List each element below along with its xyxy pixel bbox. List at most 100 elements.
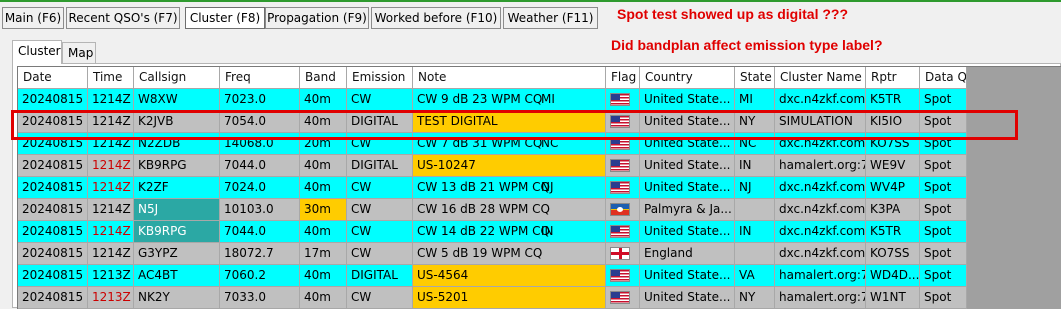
emission-cell: DIGITAL — [347, 155, 413, 177]
table-row[interactable]: 20240815 1214Z K2ZF 7024.0 40m CW CW 13 dB 21 … — [18, 177, 1061, 199]
table-row[interactable]: 20240815 1214Z N5J 10103.0 30m CW CW 16 dB 28 … — [18, 199, 1061, 221]
col-header-time[interactable]: Time — [88, 67, 134, 89]
note-cell: CW 16 dB 28 WPM CQ — [413, 199, 606, 221]
note-cell: US-5201 — [413, 287, 606, 309]
freq-cell: 14068.0 — [220, 133, 300, 155]
subtab-cluster[interactable]: Cluster — [12, 40, 62, 64]
rptr-cell: K5TR — [866, 89, 920, 111]
tab-weather[interactable]: Weather (F11) — [503, 7, 598, 29]
freq-cell: 7044.0 — [220, 221, 300, 243]
note-text: CW 13 dB 21 WPM CQ — [417, 180, 550, 194]
state-cell: MI — [735, 89, 775, 111]
tab-worked-before[interactable]: Worked before (F10) — [371, 7, 501, 29]
emission-cell: DIGITAL — [347, 265, 413, 287]
table-row[interactable]: 20240815 1213Z AC4BT 7060.2 40m DIGITAL US-456… — [18, 265, 1061, 287]
callsign-cell: K2JVB — [134, 111, 220, 133]
table-row[interactable]: 20240815 1214Z G3YPZ 18072.7 17m CW CW 5 dB 19… — [18, 243, 1061, 265]
callsign-cell: KB9RPG — [134, 221, 220, 243]
cluster-name-cell: SIMULATION — [775, 111, 866, 133]
cluster-name-cell: dxc.n4zkf.com:7373 — [775, 177, 866, 199]
state-cell: IN — [735, 221, 775, 243]
emission-cell: CW — [347, 133, 413, 155]
state-cell — [735, 243, 775, 265]
rptr-cell: WE9V — [866, 155, 920, 177]
cluster-spot-grid[interactable]: Date Time Callsign Freq Band Emission Note Flag… — [17, 66, 1061, 309]
col-header-emission[interactable]: Emission — [347, 67, 413, 89]
rptr-cell: K5TR — [866, 221, 920, 243]
table-row[interactable]: 20240815 1214Z KB9RPG 7044.0 40m DIGITAL US-10… — [18, 155, 1061, 177]
emission-cell: CW — [347, 89, 413, 111]
col-header-state[interactable]: State — [735, 67, 775, 89]
palmyra-flag-icon — [610, 203, 630, 216]
col-header-band[interactable]: Band — [300, 67, 347, 89]
country-cell: United State... — [640, 133, 735, 155]
tab-recent-qsos[interactable]: Recent QSO's (F7) — [66, 7, 180, 29]
col-header-country[interactable]: Country — [640, 67, 735, 89]
state-cell: NY — [735, 111, 775, 133]
freq-cell: 18072.7 — [220, 243, 300, 265]
state-cell — [735, 199, 775, 221]
rptr-cell: W1NT — [866, 287, 920, 309]
col-header-data-q[interactable]: Data Q — [920, 67, 967, 89]
rptr-cell: WD4D... — [866, 265, 920, 287]
date-cell: 20240815 — [18, 111, 88, 133]
flag-cell — [606, 133, 640, 155]
table-row[interactable]: 20240815 1214Z KB9RPG 7044.0 40m CW CW 14 dB 2… — [18, 221, 1061, 243]
freq-cell: 7060.2 — [220, 265, 300, 287]
country-cell: United State... — [640, 111, 735, 133]
data-q-cell: Spot — [920, 177, 967, 199]
freq-cell: 7024.0 — [220, 177, 300, 199]
col-header-date[interactable]: Date — [18, 67, 88, 89]
band-cell: 40m — [300, 155, 347, 177]
callsign-cell: W8XW — [134, 89, 220, 111]
callsign-cell: N2ZDB — [134, 133, 220, 155]
note-text: CW 14 dB 22 WPM CQ — [417, 224, 550, 238]
col-header-freq[interactable]: Freq — [220, 67, 300, 89]
us-flag-icon — [610, 115, 630, 128]
cluster-name-cell: hamalert.org:7300 — [775, 155, 866, 177]
us-flag-icon — [610, 159, 630, 172]
tab-main[interactable]: Main (F6) — [2, 7, 64, 29]
col-header-callsign[interactable]: Callsign — [134, 67, 220, 89]
note-cell: CW 7 dB 31 WPM CQ NC — [413, 133, 606, 155]
note-text: TEST DIGITAL — [417, 114, 498, 128]
data-q-cell: Spot — [920, 243, 967, 265]
note-text: US-10247 — [417, 158, 476, 172]
freq-cell: 10103.0 — [220, 199, 300, 221]
col-header-rptr[interactable]: Rptr — [866, 67, 920, 89]
band-cell: 20m — [300, 133, 347, 155]
table-row[interactable]: 20240815 1214Z W8XW 7023.0 40m CW CW 9 dB 23 W… — [18, 89, 1061, 111]
note-cell: CW 5 dB 19 WPM CQ — [413, 243, 606, 265]
callsign-cell: N5J — [134, 199, 220, 221]
freq-cell: 7023.0 — [220, 89, 300, 111]
subtab-map[interactable]: Map — [62, 42, 96, 63]
time-cell: 1214Z — [88, 133, 134, 155]
flag-cell — [606, 89, 640, 111]
tab-cluster[interactable]: Cluster (F8) — [185, 7, 265, 29]
country-cell: United State... — [640, 287, 735, 309]
country-cell: United State... — [640, 221, 735, 243]
callsign-cell: K2ZF — [134, 177, 220, 199]
time-cell: 1214Z — [88, 243, 134, 265]
callsign-cell: NK2Y — [134, 287, 220, 309]
col-header-note[interactable]: Note — [413, 67, 606, 89]
date-cell: 20240815 — [18, 243, 88, 265]
band-cell: 40m — [300, 287, 347, 309]
note-text: CW 9 dB 23 WPM CQ — [417, 92, 543, 106]
col-header-cluster-name[interactable]: Cluster Name — [775, 67, 866, 89]
table-row[interactable]: 20240815 1213Z NK2Y 7033.0 40m CW US-5201 Unite… — [18, 287, 1061, 309]
col-header-flag[interactable]: Flag — [606, 67, 640, 89]
table-row[interactable]: 20240815 1214Z N2ZDB 14068.0 20m CW CW 7 dB 31… — [18, 133, 1061, 155]
flag-cell — [606, 155, 640, 177]
note-cell: US-10247 — [413, 155, 606, 177]
data-q-cell: Spot — [920, 133, 967, 155]
note-state-mark: NC — [541, 136, 559, 150]
state-cell: NY — [735, 287, 775, 309]
callsign-cell: KB9RPG — [134, 155, 220, 177]
note-cell: CW 14 dB 22 WPM CQ IN — [413, 221, 606, 243]
band-cell: 17m — [300, 243, 347, 265]
note-text: CW 16 dB 28 WPM CQ — [417, 202, 550, 216]
callsign-cell: AC4BT — [134, 265, 220, 287]
table-row-highlighted[interactable]: 20240815 1214Z K2JVB 7054.0 40m DIGITAL TEST D… — [18, 111, 1061, 133]
tab-propagation[interactable]: Propagation (F9) — [265, 7, 369, 29]
